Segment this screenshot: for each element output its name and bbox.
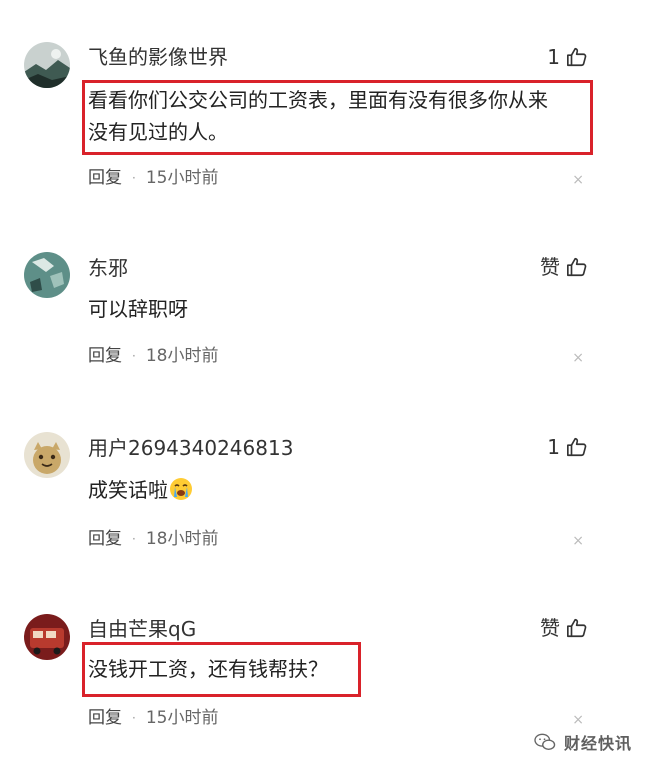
separator: ·: [132, 711, 136, 725]
like-label: 赞: [540, 616, 560, 640]
comment-meta: 回复 · 15小时前: [88, 707, 218, 729]
comment-text-line: 没钱开工资，还有钱帮扶？: [88, 657, 328, 681]
wechat-icon: [534, 733, 556, 750]
watermark: 财经快讯: [534, 730, 632, 754]
comment-item: 自由芒果qG 赞 没钱开工资，还有钱帮扶？ 回复 · 15小时前 ×: [0, 0, 650, 760]
like-button[interactable]: 赞: [498, 615, 588, 641]
username[interactable]: 自由芒果qG: [88, 617, 196, 641]
watermark-text: 财经快讯: [563, 734, 632, 753]
reply-button[interactable]: 回复: [88, 707, 122, 729]
avatar[interactable]: [24, 614, 70, 660]
timestamp: 15小时前: [145, 708, 219, 728]
thumbs-up-icon: [567, 618, 587, 638]
close-icon[interactable]: ×: [572, 712, 584, 728]
